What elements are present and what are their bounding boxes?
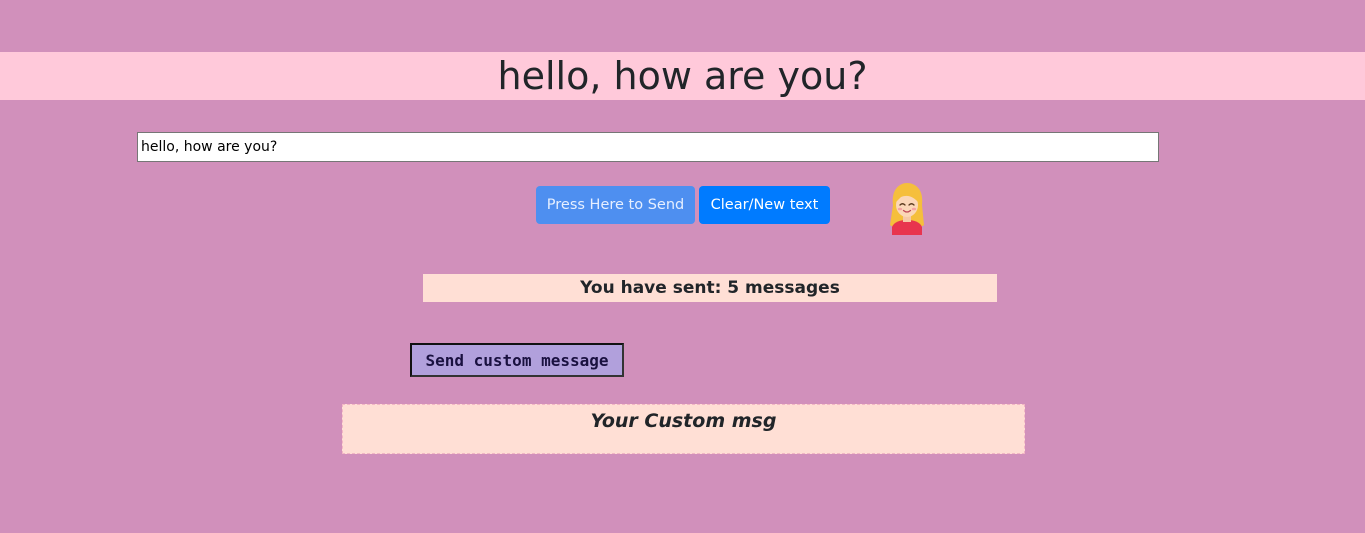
send-custom-message-button[interactable]: Send custom message xyxy=(410,343,624,377)
message-input[interactable] xyxy=(137,132,1159,162)
smiling-girl-emoji-icon xyxy=(890,183,924,235)
page-title: hello, how are you? xyxy=(497,54,868,98)
title-banner: hello, how are you? xyxy=(0,52,1365,100)
clear-new-text-button[interactable]: Clear/New text xyxy=(699,186,830,224)
send-button[interactable]: Press Here to Send xyxy=(536,186,695,224)
custom-message-box: Your Custom msg xyxy=(342,404,1025,454)
sent-counter: You have sent: 5 messages xyxy=(423,274,997,302)
